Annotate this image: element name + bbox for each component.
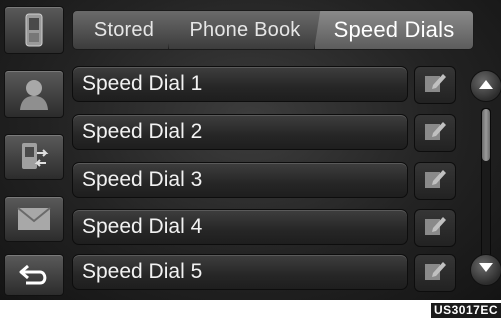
speed-dial-row-2[interactable]: Speed Dial 2 — [72, 114, 408, 150]
speed-dial-label: Speed Dial 4 — [82, 215, 203, 238]
speed-dial-label: Speed Dial 3 — [82, 168, 203, 191]
speed-dial-label: Speed Dial 2 — [82, 120, 203, 143]
edit-icon — [423, 119, 447, 148]
speed-dial-row-5[interactable]: Speed Dial 5 — [72, 254, 408, 290]
scrollbar-track[interactable] — [481, 108, 491, 258]
phone-screen: Stored Phone Book Speed Dials Speed Dial… — [0, 0, 501, 300]
arrow-up-icon — [478, 77, 494, 95]
speed-dial-label: Speed Dial 5 — [82, 260, 203, 283]
edit-button-3[interactable] — [414, 162, 456, 200]
edit-icon — [423, 167, 447, 196]
message-icon — [17, 206, 51, 232]
edit-button-5[interactable] — [414, 254, 456, 292]
tab-label: Phone Book — [189, 18, 301, 41]
speed-dial-row-1[interactable]: Speed Dial 1 — [72, 66, 408, 102]
edit-icon — [423, 259, 447, 288]
message-button[interactable] — [4, 196, 64, 242]
edit-icon — [423, 214, 447, 243]
back-icon — [18, 263, 50, 287]
back-button[interactable] — [4, 254, 64, 296]
speed-dial-row-4[interactable]: Speed Dial 4 — [72, 209, 408, 245]
contact-icon — [17, 77, 51, 111]
scroll-down-button[interactable] — [470, 254, 501, 286]
edit-button-2[interactable] — [414, 114, 456, 152]
speed-dial-label: Speed Dial 1 — [82, 72, 203, 95]
speed-dial-row-3[interactable]: Speed Dial 3 — [72, 162, 408, 198]
edit-button-1[interactable] — [414, 66, 456, 104]
tab-speed-dials[interactable]: Speed Dials — [314, 10, 474, 50]
tab-label: Stored — [93, 18, 155, 41]
transfer-icon — [19, 141, 49, 173]
tab-label: Speed Dials — [333, 17, 455, 42]
contacts-button[interactable] — [4, 70, 64, 118]
phone-button[interactable] — [4, 6, 64, 54]
transfer-button[interactable] — [4, 134, 64, 180]
phone-icon — [23, 13, 45, 47]
figure-code: US3017EC — [430, 303, 501, 318]
sidebar — [4, 6, 64, 296]
edit-icon — [423, 71, 447, 100]
scroll-up-button[interactable] — [470, 70, 501, 102]
tab-phone-book[interactable]: Phone Book — [168, 10, 322, 50]
tab-bar: Stored Phone Book Speed Dials — [72, 6, 474, 52]
arrow-down-icon — [478, 261, 494, 279]
edit-button-4[interactable] — [414, 209, 456, 247]
scrollbar-thumb[interactable] — [482, 109, 490, 161]
tab-stored[interactable]: Stored — [72, 10, 176, 50]
